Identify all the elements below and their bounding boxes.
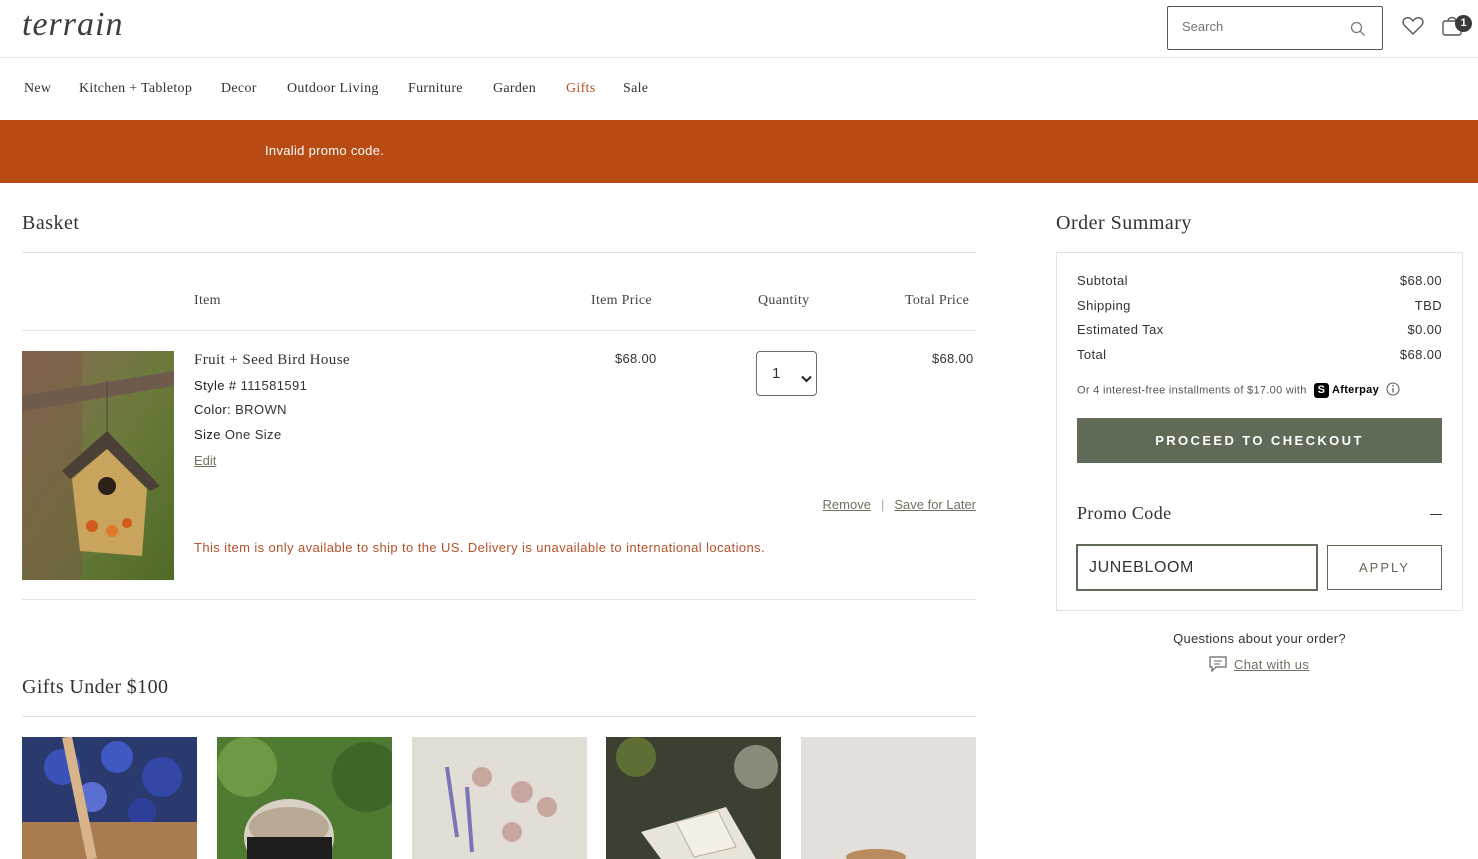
basket-divider [22,252,976,253]
promo-code-title[interactable]: Promo Code [1077,503,1172,524]
tax-value: $0.00 [1407,322,1442,337]
collapse-minus-icon[interactable] [1430,514,1442,515]
style-label: Style # [194,378,237,393]
cart-count-badge: 1 [1455,15,1472,32]
nav-item-gifts[interactable]: Gifts [566,81,596,97]
size-value: One Size [224,427,282,442]
nav-item-furniture[interactable]: Furniture [408,81,463,97]
search-icon[interactable] [1350,21,1366,42]
product-name[interactable]: Fruit + Seed Bird House [194,352,350,369]
gift-product-image[interactable] [22,737,197,859]
summary-row-shipping: Shipping TBD [1077,298,1442,313]
wishlist-heart-icon[interactable] [1402,16,1424,41]
gift-product-image[interactable] [412,737,587,859]
column-header-item: Item [194,293,221,308]
total-value: $68.00 [1399,347,1442,362]
gift-product-image[interactable] [801,737,976,859]
subtotal-label: Subtotal [1077,273,1128,288]
chevron-down-icon [801,370,812,388]
chat-with-us-link[interactable]: Chat with us [1234,657,1309,672]
shipping-warning: This item is only available to ship to t… [194,540,766,555]
error-banner-message: Invalid promo code. [265,143,385,158]
shipping-value: TBD [1414,298,1442,313]
total-label: Total [1077,347,1107,362]
nav-item-sale[interactable]: Sale [623,81,648,97]
basket-bottom-divider [22,599,976,600]
site-header: terrain 1 [0,0,1478,58]
questions-text: Questions about your order? [1173,631,1346,646]
terrain-logo[interactable]: terrain [22,6,123,44]
column-header-quantity: Quantity [758,293,810,308]
nav-item-kitchen-tabletop[interactable]: Kitchen + Tabletop [79,81,192,97]
summary-row-tax: Estimated Tax $0.00 [1077,322,1442,337]
chat-with-us: Chat with us [1208,655,1309,676]
quantity-select[interactable]: 1 [756,351,817,396]
product-style: Style # 111581591 [194,378,307,393]
gifts-divider [22,716,976,717]
nav-item-new[interactable]: New [24,81,51,97]
column-header-item-price: Item Price [591,293,652,308]
style-value: 111581591 [240,378,308,393]
proceed-to-checkout-button[interactable]: PROCEED TO CHECKOUT [1077,418,1442,463]
shipping-label: Shipping [1077,298,1131,313]
total-price: $68.00 [932,351,974,366]
edit-link[interactable]: Edit [194,453,216,468]
remove-link[interactable]: Remove [823,497,871,512]
save-for-later-link[interactable]: Save for Later [894,497,976,512]
quantity-value: 1 [772,365,781,382]
tax-label: Estimated Tax [1077,322,1164,337]
gifts-section-title: Gifts Under $100 [22,676,169,698]
item-price: $68.00 [615,351,657,366]
gift-product-image[interactable] [606,737,781,859]
color-value: BROWN [235,402,287,417]
info-icon[interactable] [1386,382,1400,399]
gift-product-image[interactable] [217,737,392,859]
nav-item-garden[interactable]: Garden [493,81,536,97]
product-image-bird-house[interactable] [22,351,174,580]
afterpay-message: Or 4 interest-free installments of $17.0… [1077,382,1400,399]
product-color: Color: BROWN [194,402,287,417]
subtotal-value: $68.00 [1399,273,1442,288]
separator: | [880,497,885,512]
afterpay-logo-icon: S [1313,383,1329,398]
product-size: Size One Size [194,427,282,442]
color-label: Color: [194,402,232,417]
header-divider [22,330,976,331]
main-nav: New Kitchen + Tabletop Decor Outdoor Liv… [0,58,1478,120]
promo-code-input[interactable] [1076,544,1318,591]
summary-row-total: Total $68.00 [1077,347,1442,362]
summary-row-subtotal: Subtotal $68.00 [1077,273,1442,288]
afterpay-name: Afterpay [1331,384,1380,397]
search-input[interactable] [1182,19,1342,34]
apply-promo-button[interactable]: APPLY [1327,545,1442,590]
size-label: Size [194,427,221,442]
chat-bubble-icon [1208,655,1228,676]
afterpay-text: Or 4 interest-free installments of $17.0… [1077,384,1307,397]
column-header-total-price: Total Price [905,293,970,308]
search-box[interactable] [1167,6,1383,50]
error-banner: Invalid promo code. [0,120,1478,183]
nav-item-decor[interactable]: Decor [221,81,257,97]
item-actions: Remove | Save for Later [823,497,976,512]
nav-item-outdoor-living[interactable]: Outdoor Living [287,81,379,97]
basket-title: Basket [22,212,80,234]
order-summary-title: Order Summary [1056,212,1192,234]
